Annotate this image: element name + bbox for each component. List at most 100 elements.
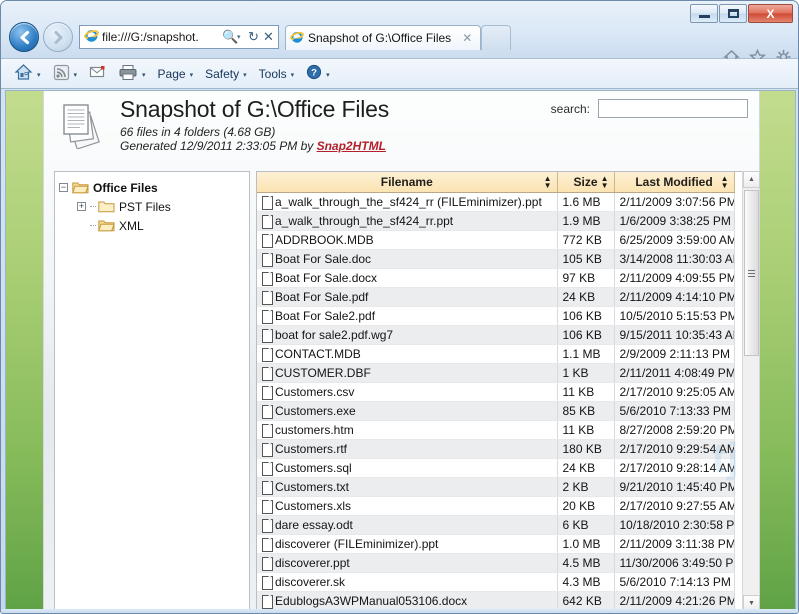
close-icon[interactable]: ✕	[459, 31, 475, 45]
cell-filename: Boat For Sale.doc	[257, 249, 558, 269]
table-row[interactable]: a_walk_through_the_sf424_rr.ppt 1.9 MB 1/6…	[257, 211, 735, 231]
chevron-down-icon[interactable]: ▾	[142, 71, 146, 79]
file-icon	[262, 442, 273, 457]
cell-last-modified: 2/11/2009 4:14:10 PM	[614, 287, 735, 307]
table-row[interactable]: ADDRBOOK.MDB 772 KB 6/25/2009 3:59:00 AM	[257, 230, 735, 250]
search-input[interactable]	[598, 99, 748, 118]
column-header-filename[interactable]: Filename ▲ ▼	[257, 172, 558, 193]
toolbar-home-button[interactable]: ▾	[11, 63, 44, 85]
table-row[interactable]: Boat For Sale.pdf 24 KB 2/11/2009 4:14:10 …	[257, 287, 735, 307]
scrollbar-thumb[interactable]	[744, 190, 759, 356]
help-icon: ?	[306, 64, 322, 83]
table-row[interactable]: a_walk_through_the_sf424_rr (FILEminimiz…	[257, 192, 735, 212]
table-row[interactable]: Boat For Sale.docx 97 KB 2/11/2009 4:09:55…	[257, 268, 735, 288]
column-header-label: Last Modified	[635, 174, 713, 189]
column-header-last-modified[interactable]: Last Modified ▲ ▼	[614, 172, 735, 193]
cell-size: 772 KB	[557, 230, 615, 250]
chevron-down-icon[interactable]: ▾	[237, 33, 246, 41]
table-row[interactable]: dare essay.odt 6 KB 10/18/2010 2:30:58 PM	[257, 515, 735, 535]
collapse-toggle-icon[interactable]: −	[59, 183, 68, 192]
table-row[interactable]: CUSTOMER.DBF 1 KB 2/11/2011 4:08:49 PM	[257, 363, 735, 383]
toolbar-print-button[interactable]: ▾	[115, 63, 149, 85]
toolbar-help-menu[interactable]: ? ▾	[303, 63, 333, 85]
table-row[interactable]: customers.htm 11 KB 8/27/2008 2:59:20 PM	[257, 420, 735, 440]
address-bar[interactable]: file:///G:/snapshot. 🔍 ▾ ↻ ✕	[79, 25, 279, 49]
cell-filename: Boat For Sale.pdf	[257, 287, 558, 307]
table-row[interactable]: Customers.sql 24 KB 2/17/2010 9:28:14 AM	[257, 458, 735, 478]
file-icon	[262, 480, 273, 495]
address-text[interactable]: file:///G:/snapshot.	[102, 30, 222, 44]
internet-explorer-icon	[84, 28, 99, 47]
sort-arrows-icon[interactable]: ▲ ▼	[601, 174, 609, 189]
tab-snapshot[interactable]: Snapshot of G:\Office Files ✕	[285, 25, 482, 50]
table-row[interactable]: discoverer.ppt 4.5 MB 11/30/2006 3:49:50 P…	[257, 553, 735, 573]
scroll-up-button[interactable]: ▲	[743, 171, 760, 188]
tree-item-office-files[interactable]: − Office Files	[59, 178, 249, 197]
cell-size: 1.1 MB	[557, 344, 615, 364]
tree-item-label: PST Files	[119, 199, 171, 214]
cell-filename: CONTACT.MDB	[257, 344, 558, 364]
table-row[interactable]: Customers.txt 2 KB 9/21/2010 1:45:40 PM	[257, 477, 735, 497]
sort-arrows-icon[interactable]: ▲ ▼	[721, 174, 729, 189]
filename-label: dare essay.odt	[275, 517, 353, 532]
scrollbar-grip-icon	[748, 268, 755, 279]
cell-last-modified: 2/17/2010 9:27:55 AM	[614, 496, 735, 516]
snapshot-header: Snapshot of G:\Office Files 66 files in …	[44, 91, 761, 167]
cell-size: 97 KB	[557, 268, 615, 288]
cell-size: 105 KB	[557, 249, 615, 269]
table-row[interactable]: Boat For Sale.doc 105 KB 3/14/2008 11:30:0…	[257, 249, 735, 269]
table-row[interactable]: discoverer.sk 4.3 MB 5/6/2010 7:14:13 PM	[257, 572, 735, 592]
chevron-down-icon[interactable]: ▾	[326, 71, 330, 79]
table-row[interactable]: boat for sale2.pdf.wg7 106 KB 9/15/2011 10…	[257, 325, 735, 345]
cell-filename: a_walk_through_the_sf424_rr.ppt	[257, 211, 558, 231]
cell-filename: dare essay.odt	[257, 515, 558, 535]
chevron-down-icon[interactable]: ▾	[190, 71, 194, 79]
toolbar-tools-menu[interactable]: Tools ▾	[256, 63, 298, 85]
table-row[interactable]: Customers.exe 85 KB 5/6/2010 7:13:33 PM	[257, 401, 735, 421]
table-row[interactable]: EdublogsA3WPManual053106.docx 642 KB 2/11/…	[257, 591, 735, 611]
chevron-down-icon[interactable]: ▾	[291, 71, 295, 79]
cell-last-modified: 11/30/2006 3:49:50 PM	[614, 553, 735, 573]
table-row[interactable]: Customers.csv 11 KB 2/17/2010 9:25:05 AM	[257, 382, 735, 402]
cell-filename: Customers.exe	[257, 401, 558, 421]
cell-last-modified: 2/11/2009 4:09:55 PM	[614, 268, 735, 288]
chevron-down-icon[interactable]: ▾	[37, 71, 41, 79]
column-header-size[interactable]: Size ▲ ▼	[557, 172, 615, 193]
cell-size: 24 KB	[557, 458, 615, 478]
cell-filename: CUSTOMER.DBF	[257, 363, 558, 383]
table-row[interactable]: CONTACT.MDB 1.1 MB 2/9/2009 2:11:13 PM	[257, 344, 735, 364]
cell-filename: Customers.rtf	[257, 439, 558, 459]
filename-label: discoverer.ppt	[275, 555, 350, 570]
refresh-icon[interactable]: ↻	[246, 29, 261, 45]
table-row[interactable]: discoverer (FILEminimizer).ppt 1.0 MB 2/11…	[257, 534, 735, 554]
page-viewport: Snapshot of G:\Office Files 66 files in …	[5, 90, 796, 611]
table-row[interactable]: Customers.rtf 180 KB 2/17/2010 9:29:54 AM	[257, 439, 735, 459]
toolbar-safety-menu[interactable]: Safety ▾	[202, 63, 250, 85]
file-icon	[262, 518, 273, 533]
toolbar-mail-button[interactable]	[86, 63, 109, 85]
chevron-down-icon[interactable]: ▾	[74, 71, 78, 79]
file-icon	[262, 290, 273, 305]
forward-button[interactable]	[43, 22, 73, 52]
toolbar-page-menu[interactable]: Page ▾	[155, 63, 197, 85]
search-icon[interactable]: 🔍	[222, 29, 238, 45]
column-header-label: Size	[573, 174, 598, 189]
new-tab-button[interactable]	[481, 25, 512, 50]
chevron-down-icon[interactable]: ▾	[243, 71, 247, 79]
expand-toggle-icon[interactable]: +	[77, 202, 86, 211]
back-button[interactable]	[9, 22, 39, 52]
table-row[interactable]: Customers.xls 20 KB 2/17/2010 9:27:55 AM	[257, 496, 735, 516]
stop-close-icon[interactable]: ✕	[261, 29, 276, 45]
cell-size: 180 KB	[557, 439, 615, 459]
page-scrollbar[interactable]: ▲ ▼	[742, 171, 760, 611]
sort-arrows-icon[interactable]: ▲ ▼	[544, 174, 552, 189]
snap2html-link[interactable]: Snap2HTML	[317, 139, 386, 153]
cell-last-modified: 5/6/2010 7:13:33 PM	[614, 401, 735, 421]
toolbar-feeds-button[interactable]: ▾	[50, 63, 81, 85]
tree-item-pst-files[interactable]: + PST Files	[59, 197, 249, 216]
tree-item-xml[interactable]: XML	[59, 216, 249, 235]
cell-last-modified: 6/25/2009 3:59:00 AM	[614, 230, 735, 250]
filename-label: discoverer (FILEminimizer).ppt	[275, 536, 439, 551]
cell-size: 4.3 MB	[557, 572, 615, 592]
table-row[interactable]: Boat For Sale2.pdf 106 KB 10/5/2010 5:15:5…	[257, 306, 735, 326]
